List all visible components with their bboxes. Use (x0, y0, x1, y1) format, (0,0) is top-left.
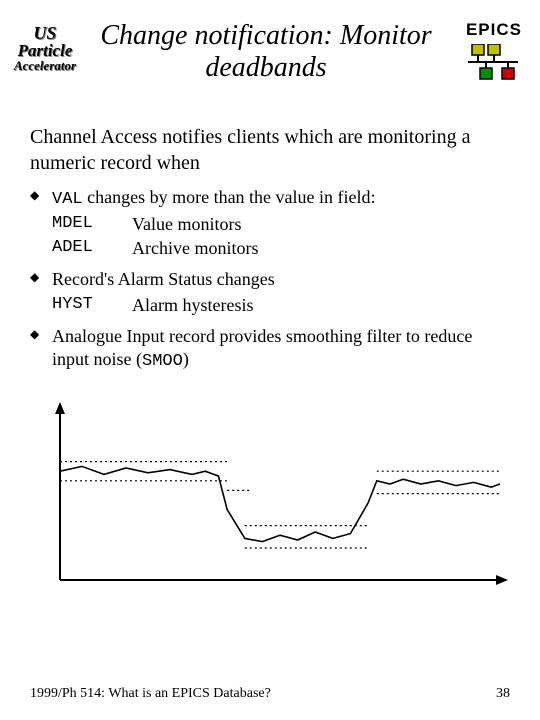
bullet-item: Analogue Input record provides smoothing… (52, 325, 510, 373)
slide-footer: 1999/Ph 514: What is an EPICS Database? … (30, 686, 510, 702)
epics-label: EPICS (452, 20, 522, 40)
epics-logo-block: EPICS (452, 20, 522, 80)
def-key: ADEL (52, 237, 132, 260)
bullet-text: Record's Alarm Status changes (52, 269, 275, 289)
field-name: VAL (52, 190, 83, 209)
bullet-list: VAL changes by more than the value in fi… (30, 186, 510, 373)
page-number: 38 (496, 686, 510, 702)
def-row: HYST Alarm hysteresis (52, 294, 510, 317)
slide-body: Channel Access notifies clients which ar… (0, 94, 540, 373)
intro-text: Channel Access notifies clients which ar… (30, 124, 510, 176)
chart-series-signal (60, 466, 500, 541)
def-row: ADEL Archive monitors (52, 237, 510, 260)
field-defs: HYST Alarm hysteresis (52, 294, 510, 317)
bullet-item: VAL changes by more than the value in fi… (52, 186, 510, 260)
def-val: Archive monitors (132, 237, 258, 260)
logo-line-2: Particle (10, 42, 80, 59)
def-val: Value monitors (132, 213, 242, 236)
logo-line-3: Accelerator (10, 59, 80, 72)
epics-icon (452, 44, 522, 80)
def-key: HYST (52, 294, 132, 317)
bullet-text-suffix: ) (183, 349, 189, 369)
def-val: Alarm hysteresis (132, 294, 253, 317)
org-logo: US Particle Accelerator (10, 20, 80, 72)
bullet-text: changes by more than the value in field: (83, 187, 376, 207)
bullet-text: Analogue Input record provides smoothing… (52, 326, 472, 369)
logo-line-1: US (10, 24, 80, 42)
def-key: MDEL (52, 213, 132, 236)
deadband-graph (0, 382, 540, 605)
footer-left: 1999/Ph 514: What is an EPICS Database? (30, 686, 271, 702)
field-defs: MDEL Value monitors ADEL Archive monitor… (52, 213, 510, 260)
field-name: SMOO (142, 352, 183, 371)
def-row: MDEL Value monitors (52, 213, 510, 236)
bullet-item: Record's Alarm Status changes HYST Alarm… (52, 268, 510, 317)
slide-title: Change notification: Monitor deadbands (80, 20, 452, 84)
slide-header: US Particle Accelerator Change notificat… (0, 0, 540, 94)
chart-svg (30, 400, 510, 600)
